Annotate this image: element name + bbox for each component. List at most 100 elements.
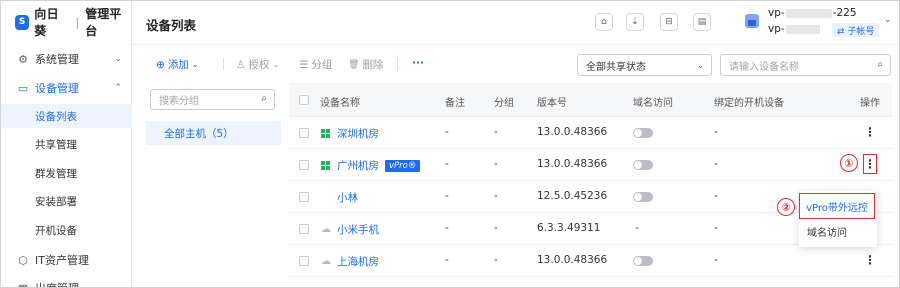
group-button[interactable]: ☰ 分组	[299, 57, 332, 72]
row-checkbox[interactable]	[299, 256, 309, 266]
domain-access-na: -	[635, 222, 639, 234]
divider	[397, 58, 398, 70]
device-name: 小林	[337, 192, 358, 204]
device-name-link[interactable]: ☁ 上海机房	[321, 254, 379, 269]
callout-step-2: ②	[777, 198, 795, 216]
device-search-input[interactable]: 请输入设备名称 ⌕	[720, 54, 891, 76]
row-checkbox[interactable]	[299, 224, 309, 234]
table-header: 设备名称 备注 分组 版本号 域名访问 绑定的开机设备 操作	[289, 83, 892, 117]
search-icon[interactable]: ⌕	[261, 93, 267, 104]
device-version: 6.3.3.49311	[537, 222, 601, 234]
select-all-checkbox[interactable]	[299, 95, 309, 105]
clipboard-icon[interactable]: ▤	[693, 13, 711, 31]
windows-icon	[321, 128, 331, 139]
device-name-link[interactable]: ☁ 小米手机	[321, 222, 379, 237]
page-title: 设备列表	[146, 18, 197, 33]
domain-access-toggle[interactable]	[633, 160, 653, 170]
device-name-link[interactable]: 深圳机房	[321, 126, 379, 141]
apple-icon	[321, 193, 331, 203]
column-header-bound-device: 绑定的开机设备	[714, 98, 784, 109]
app-window: S 向日葵 | 管理平台 ⚙ 系统管理 ⌄ ▭ 设备管理 ⌃ 设备列表 共享管理…	[0, 0, 900, 288]
device-group: -	[494, 222, 498, 234]
sidebar-subitem-deployment[interactable]: 安装部署	[1, 189, 132, 213]
device-note: -	[445, 190, 449, 202]
domain-access-option[interactable]: 域名访问	[807, 224, 847, 239]
sidebar-item-system[interactable]: ⚙ 系统管理 ⌄	[1, 47, 132, 71]
device-name-link[interactable]: 小林	[321, 190, 358, 205]
column-header-actions: 操作	[860, 98, 880, 109]
table-row[interactable]: 广州机房 vPro® - - 13.0.0.48366 - ⋮	[289, 149, 892, 181]
device-bound: -	[714, 190, 718, 202]
sidebar-item-label: 出席管理	[35, 280, 79, 287]
row-checkbox[interactable]	[299, 128, 309, 138]
delete-label: 删除	[362, 59, 384, 71]
sidebar-item-label: 系统管理	[35, 53, 79, 66]
more-options-icon[interactable]: ⋮	[864, 252, 876, 268]
column-header-group: 分组	[494, 98, 514, 109]
brand-subtitle: 管理平台	[85, 7, 122, 38]
sidebar-subitem-share-mgmt[interactable]: 共享管理	[1, 132, 132, 156]
group-search-input[interactable]: 搜索分组 ⌕	[150, 89, 275, 110]
device-name-link[interactable]: 广州机房 vPro®	[321, 158, 421, 173]
sidebar-subitem-boot-devices[interactable]: 开机设备	[1, 218, 132, 242]
share-status-select[interactable]: 全部共享状态 ⌄	[577, 54, 712, 76]
sidebar-subitem-mass-send[interactable]: 群发管理	[1, 161, 132, 185]
device-bound: -	[714, 158, 718, 170]
sidebar: S 向日葵 | 管理平台 ⚙ 系统管理 ⌄ ▭ 设备管理 ⌃ 设备列表 共享管理…	[1, 1, 132, 288]
download-icon[interactable]: ⇣	[626, 13, 644, 31]
authorize-label: 授权	[248, 59, 270, 71]
column-header-domain-access: 域名访问	[633, 98, 673, 109]
window-icon[interactable]: ⊟	[660, 13, 678, 31]
logo: S 向日葵 | 管理平台	[15, 7, 131, 38]
more-options-icon[interactable]: ⋮	[864, 124, 876, 140]
user-sub-name: vp-	[768, 23, 821, 35]
sidebar-item-it-assets[interactable]: ⬡ IT资产管理	[1, 248, 132, 272]
user-name-suffix: -225	[832, 7, 857, 19]
avatar[interactable]	[745, 14, 759, 28]
sidebar-item-label: 设备管理	[35, 82, 79, 95]
user-name-prefix: vp-	[768, 7, 785, 19]
table-row[interactable]: 深圳机房 - - 13.0.0.48366 - ⋮	[289, 117, 892, 149]
device-version: 13.0.0.48366	[537, 158, 608, 170]
group-panel: 搜索分组 ⌕ 全部主机（5）	[146, 83, 281, 287]
search-placeholder: 请输入设备名称	[729, 61, 799, 73]
device-bound: -	[714, 254, 718, 266]
sunflower-logo-icon: S	[15, 14, 30, 30]
sidebar-item-label: IT资产管理	[35, 254, 89, 267]
device-group: -	[494, 158, 498, 170]
group-item-all-hosts[interactable]: 全部主机（5）	[146, 121, 281, 145]
row-checkbox[interactable]	[299, 160, 309, 170]
brand-name: 向日葵	[34, 7, 59, 38]
sidebar-item-attendance[interactable]: ▦ 出席管理	[1, 276, 132, 288]
sidebar-item-devices[interactable]: ▭ 设备管理 ⌃	[1, 76, 132, 100]
more-actions-button[interactable]: ···	[412, 57, 424, 69]
device-version: 13.0.0.48366	[537, 126, 608, 138]
divider	[223, 58, 224, 70]
windows-icon	[321, 160, 331, 171]
share-status-value: 全部共享状态	[586, 61, 646, 73]
sub-account-badge[interactable]: ⇄ 子帐号	[832, 23, 880, 37]
callout-step-1: ①	[840, 154, 858, 172]
chevron-down-icon: ⌄	[697, 60, 704, 70]
domain-access-toggle[interactable]	[633, 128, 653, 138]
home-icon[interactable]: ⌂	[595, 13, 613, 31]
search-icon[interactable]: ⌕	[877, 59, 883, 70]
add-button[interactable]: ⊕ 添加 ⌄	[156, 57, 199, 72]
chevron-down-icon: ⌄	[191, 60, 199, 69]
delete-button[interactable]: 🗑 删除	[348, 57, 383, 72]
authorize-button[interactable]: ♙ 授权 ⌄	[236, 57, 279, 72]
chip-icon: ⬡	[18, 253, 28, 267]
more-options-icon[interactable]: ⋮	[863, 154, 877, 174]
row-checkbox[interactable]	[299, 192, 309, 202]
table-row[interactable]: ☁ 上海机房 - - 13.0.0.48366 - ⋮	[289, 245, 892, 277]
group-label: 分组	[311, 59, 333, 71]
domain-access-toggle[interactable]	[633, 256, 653, 266]
group-icon: ☰	[299, 58, 309, 71]
vpro-remote-control-option[interactable]: vPro带外远控	[799, 193, 875, 219]
domain-access-toggle[interactable]	[633, 192, 653, 202]
user-account-name: vp- -225	[768, 7, 857, 19]
device-group: -	[494, 190, 498, 202]
column-header-version: 版本号	[537, 98, 567, 109]
chevron-down-icon[interactable]: ⌄	[884, 15, 892, 25]
sidebar-subitem-device-list[interactable]: 设备列表	[1, 104, 132, 128]
